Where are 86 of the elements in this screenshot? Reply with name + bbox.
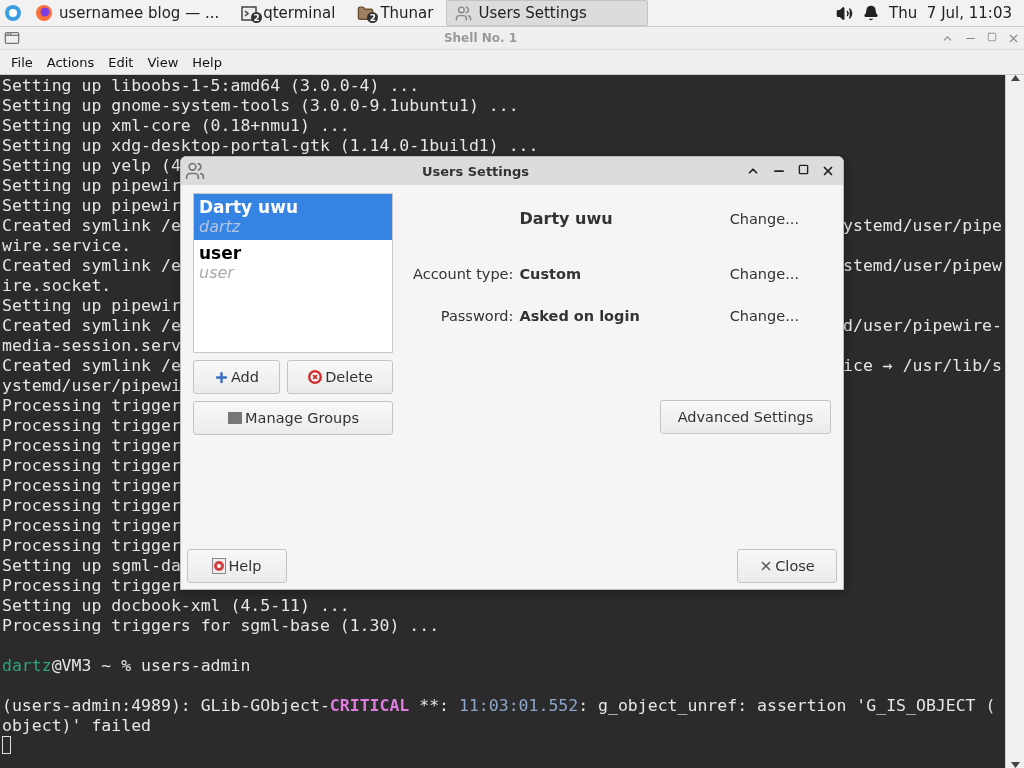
terminal-icon [241, 5, 258, 21]
groups-icon [227, 411, 244, 425]
terminal-line: ystemd/user/pipewi [2, 376, 181, 396]
user-full-name: user [199, 243, 243, 263]
menu-item[interactable]: File [4, 54, 40, 70]
terminal-line: Setting up docbook-xml (4.5-11) ... [2, 596, 350, 616]
terminal-line: Processing trigger [2, 536, 181, 556]
advanced-settings-button[interactable]: Advanced Settings [660, 400, 831, 434]
user-full-name: Darty uwu [199, 197, 299, 217]
change-link[interactable]: Change... [709, 308, 831, 324]
terminal-line: Created symlink /e [2, 316, 181, 336]
users-icon [455, 4, 473, 22]
help-button[interactable]: Help [187, 549, 287, 583]
window-count-badge: 2 [251, 12, 263, 23]
terminal-line: ire.socket. [2, 276, 112, 296]
terminal-line: Created symlink /e [2, 256, 181, 276]
window-title: Shell No. 1 [442, 31, 519, 45]
notification-icon[interactable] [863, 5, 880, 21]
terminal-line: Setting up gnome-system-tools (3.0.0-9.1ubuntu1) ... [2, 96, 519, 116]
users-icon [185, 161, 205, 181]
terminal-line: Processing trigger [2, 436, 181, 456]
volume-icon[interactable] [836, 4, 854, 22]
menu-item[interactable]: Actions [39, 54, 102, 70]
field-label: Account type: [413, 266, 515, 282]
terminal-line: Setting up yelp (4 [2, 156, 181, 176]
taskbar-item[interactable]: usernamee blog — ... [26, 0, 229, 26]
field-value: Asked on login [519, 308, 641, 324]
app-menu-icon[interactable] [4, 4, 22, 22]
terminal-line: Processing trigger [2, 416, 181, 436]
terminal-line: Setting up xml-core (0.18+nmu1) ... [2, 116, 350, 136]
help-icon [212, 558, 227, 574]
terminal-line: Processing trigger [2, 476, 181, 496]
scroll-down-icon[interactable] [1010, 762, 1020, 768]
user-login: dartz [199, 217, 242, 236]
terminal-line: Setting up xdg-desktop-portal-gtk (1.14.0-1build1) ... [2, 136, 539, 156]
taskbar-item[interactable]: Users Settings [446, 0, 649, 26]
terminal-line: Processing trigger [2, 456, 181, 476]
terminal-line: Setting up liboobs-1-5:amd64 (3.0.0-4) ... [2, 76, 420, 96]
terminal-line: stemd/user/pipew [843, 256, 1002, 276]
terminal-line: Processing trigger [2, 576, 181, 596]
terminal-line: Setting up pipewir [2, 176, 181, 196]
manage-groups-button[interactable]: Manage Groups [193, 401, 393, 435]
terminal-line: ystemd/user/pipe [843, 216, 1002, 236]
menu-item[interactable]: Help [185, 54, 229, 70]
terminal-line: Created symlink /e [2, 356, 181, 376]
terminal-cursor [2, 736, 11, 754]
change-link[interactable]: Change... [709, 210, 831, 227]
user-list-item[interactable]: Darty uwu dartz [194, 194, 392, 240]
terminal-line: wire.service. [2, 236, 132, 256]
user-login: user [199, 263, 236, 282]
terminal-line: Setting up sgml-da [2, 556, 181, 576]
taskbar-item[interactable]: 2 qterminal [232, 0, 345, 26]
terminal-line: Setting up pipewir [2, 296, 181, 316]
field-value: Custom [519, 266, 583, 282]
terminal-line: Processing trigger [2, 516, 181, 536]
terminal-line: dartz@VM3 ~ % users-admin [2, 656, 251, 676]
window-icon [4, 30, 20, 46]
plus-icon [213, 369, 229, 385]
clock[interactable]: Thu 7 Jul, 11:03 [889, 4, 1012, 22]
field-value: Darty uwu [519, 209, 614, 228]
browser-icon [35, 4, 53, 22]
terminal-line: object)' failed [2, 716, 151, 736]
taskbar-item[interactable]: 2 Thunar [348, 0, 443, 26]
terminal-line: Setting up pipewir [2, 196, 181, 216]
add-button[interactable]: Add [193, 360, 280, 394]
delete-button[interactable]: Delete [287, 360, 393, 394]
dialog-title: Users Settings [420, 163, 531, 179]
terminal-line: Created symlink /e [2, 216, 181, 236]
delete-icon [307, 369, 324, 385]
terminal-line: (users-admin:4989): GLib-GObject-CRITICAL **: 11:03:01.552: g_object_unref: assertion 'G_IS_OBJECT ( [2, 696, 996, 716]
menu-item[interactable]: View [140, 54, 186, 70]
close-icon[interactable] [821, 164, 835, 178]
terminal-line: Processing trigger [2, 396, 181, 416]
maximize-icon[interactable] [798, 164, 809, 175]
field-label: Password: [439, 308, 515, 324]
scrollbar[interactable] [1005, 75, 1024, 768]
terminal-line: media-session.serv [2, 336, 181, 356]
folder-icon [357, 4, 375, 22]
terminal-line: d/user/pipewire- [843, 316, 1002, 336]
terminal-line: Processing triggers for sgml-base (1.30) ... [2, 616, 440, 636]
menu-item[interactable]: Edit [101, 54, 141, 70]
terminal-line: ice → /usr/lib/s [843, 356, 1002, 376]
terminal-line: Processing trigger [2, 496, 181, 516]
close-button[interactable]: Close [737, 549, 837, 583]
change-link[interactable]: Change... [709, 266, 831, 282]
window-count-badge: 2 [367, 12, 379, 23]
